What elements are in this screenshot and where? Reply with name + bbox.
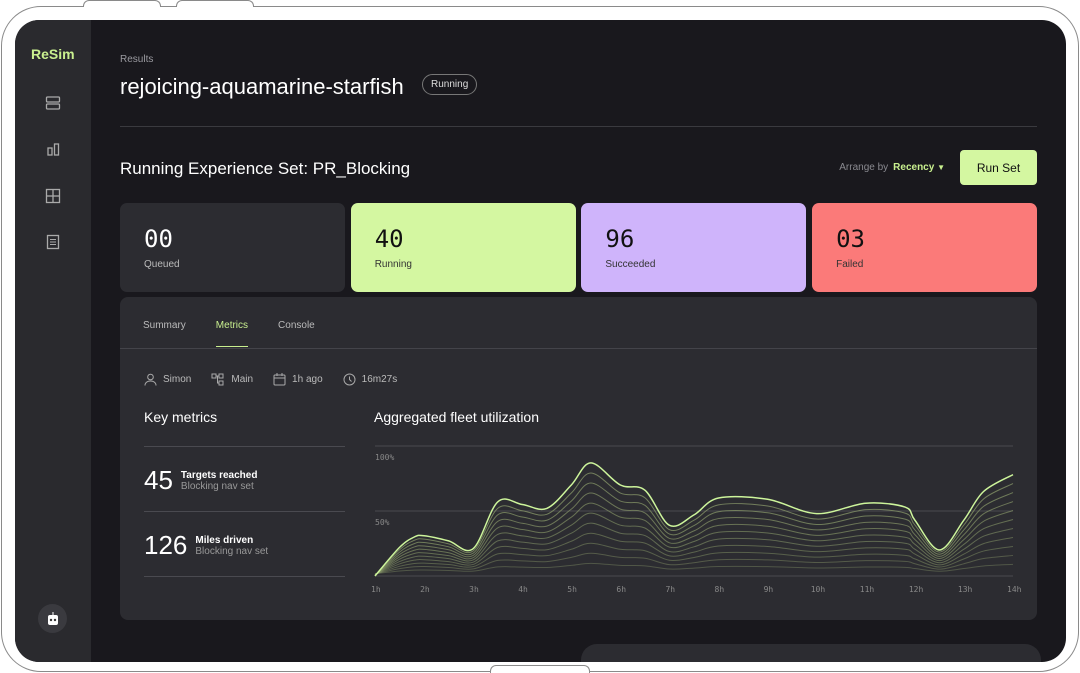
status-badge: Running <box>422 74 478 95</box>
tab-console[interactable]: Console <box>278 320 315 347</box>
x-tick-label: 9h <box>764 585 774 594</box>
arrange-label: Arrange by <box>839 162 889 173</box>
clock-icon <box>343 373 356 386</box>
x-tick-label: 6h <box>616 585 626 594</box>
stat-label: Succeeded <box>605 259 656 270</box>
x-tick-label: 11h <box>860 585 875 594</box>
branch-icon <box>211 373 224 386</box>
device-button <box>176 0 254 7</box>
x-tick-label: 7h <box>665 585 675 594</box>
utilization-chart: 100% 50% 1h 2h 3h 4h 5h 6h 7h 8h 9h 10h 11h 12h 13h 14h <box>371 445 1022 594</box>
caret-down-icon: ▼ <box>937 163 945 172</box>
device-button <box>83 0 161 7</box>
divider <box>144 511 345 512</box>
app-screen: ReSim Results rejoicing-aquamarine-starf… <box>15 20 1066 662</box>
set-title: Running Experience Set: PR_Blocking <box>120 159 411 178</box>
user-name: Simon <box>163 374 192 385</box>
x-tick-label: 4h <box>518 585 528 594</box>
x-tick-label: 10h <box>811 585 826 594</box>
stat-card-succeeded[interactable]: 96 Succeeded <box>581 203 807 292</box>
metric-value: 126 <box>144 530 188 560</box>
metric-sub: Blocking nav set <box>180 480 254 492</box>
sidebar: ReSim <box>15 20 91 662</box>
time-ago: 1h ago <box>292 374 323 385</box>
x-tick-label: 8h <box>715 585 725 594</box>
metric-targets: 45 Targets reached Blocking nav set <box>144 465 257 496</box>
metric-miles: 126 Miles driven Blocking nav set <box>144 530 268 561</box>
x-tick-label: 14h <box>1007 585 1022 594</box>
calendar-icon <box>273 373 286 386</box>
metric-sub: Blocking nav set <box>195 545 269 557</box>
stat-value: 00 <box>144 225 173 253</box>
metric-label: Targets reached <box>180 469 258 481</box>
chart-title: Aggregated fleet utilization <box>374 409 539 425</box>
divider <box>144 446 345 447</box>
results-panel: Summary Metrics Console Simon Main 1h ago … <box>120 297 1037 620</box>
metric-value: 45 <box>144 465 173 495</box>
x-tick-label: 1h <box>371 585 381 594</box>
tab-bar: Summary Metrics Console <box>143 320 315 347</box>
breadcrumb[interactable]: Results <box>120 54 153 65</box>
stat-label: Queued <box>144 259 180 270</box>
divider <box>120 348 1037 349</box>
run-set-button[interactable]: Run Set <box>960 150 1037 185</box>
robot-icon[interactable] <box>38 604 67 633</box>
duration: 16m27s <box>361 374 398 385</box>
branch-name: Main <box>231 374 254 385</box>
stat-card-failed[interactable]: 03 Failed <box>812 203 1038 292</box>
stat-value: 03 <box>836 225 865 253</box>
key-metrics-title: Key metrics <box>144 409 218 425</box>
divider <box>120 126 1037 127</box>
logo: ReSim <box>31 46 75 62</box>
user-icon <box>144 373 157 386</box>
tab-metrics[interactable]: Metrics <box>215 320 249 347</box>
run-meta: Simon Main 1h ago 16m27s <box>144 373 397 386</box>
stat-value: 40 <box>374 225 404 253</box>
device-port <box>490 665 590 673</box>
x-tick-label: 3h <box>469 585 479 594</box>
tab-summary[interactable]: Summary <box>143 320 186 347</box>
stat-value: 96 <box>605 225 635 253</box>
x-tick-label: 12h <box>909 585 924 594</box>
bottom-card <box>581 644 1041 662</box>
x-tick-label: 5h <box>567 585 577 594</box>
y-tick-label: 50% <box>375 518 390 527</box>
y-tick-label: 100% <box>375 453 394 462</box>
arrange-by[interactable]: Arrange by Recency ▼ <box>839 162 945 173</box>
series-line-layer <box>374 482 1014 576</box>
stat-card-queued[interactable]: 00 Queued <box>120 203 345 292</box>
stat-card-running[interactable]: 40 Running <box>350 203 576 292</box>
x-tick-label: 2h <box>420 585 430 594</box>
arrange-dropdown[interactable]: Recency <box>893 162 934 173</box>
document-icon[interactable] <box>44 233 62 251</box>
metric-label: Miles driven <box>195 534 254 546</box>
x-tick-label: 13h <box>958 585 973 594</box>
divider <box>144 576 345 577</box>
grid-icon[interactable] <box>44 187 62 205</box>
bar-chart-icon[interactable] <box>44 140 62 158</box>
rows-icon[interactable] <box>44 94 62 112</box>
stat-label: Running <box>374 259 412 270</box>
page-title: rejoicing-aquamarine-starfish <box>120 74 404 99</box>
stat-label: Failed <box>836 259 864 270</box>
